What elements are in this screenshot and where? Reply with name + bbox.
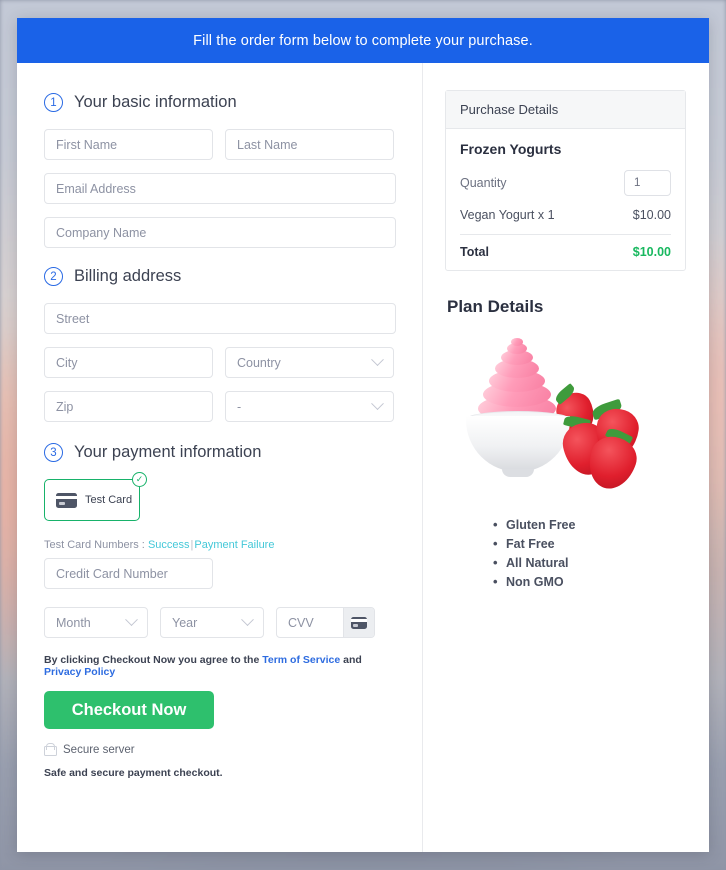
expiry-cvv-row: Month Year CVV	[44, 607, 396, 638]
cvv-input[interactable]: CVV	[277, 608, 343, 637]
test-card-numbers-row: Test Card Numbers : Success|Payment Fail…	[44, 539, 396, 551]
payment-failure-card-link[interactable]: Payment Failure	[194, 539, 274, 551]
zip-state-row: Zip -	[44, 391, 396, 422]
product-name: Frozen Yogurts	[460, 141, 562, 157]
cvv-field-group: CVV	[276, 607, 375, 638]
company-row: Company Name	[44, 217, 396, 248]
line-item-price: $10.00	[632, 208, 671, 222]
chevron-down-icon	[371, 397, 384, 411]
test-card-option-label: Test Card	[85, 494, 133, 506]
last-name-input[interactable]: Last Name	[225, 129, 394, 160]
yogurt-swirl-shape	[510, 338, 523, 346]
city-country-row: City Country	[44, 347, 396, 378]
purchase-details-panel: Purchase Details Frozen Yogurts Quantity…	[445, 90, 686, 271]
lock-icon	[44, 743, 57, 756]
line-item-row: Vegan Yogurt x 1 $10.00	[460, 208, 671, 222]
terms-agreement-text: By clicking Checkout Now you agree to th…	[44, 654, 396, 678]
zip-input[interactable]: Zip	[44, 391, 213, 422]
company-name-input[interactable]: Company Name	[44, 217, 396, 248]
country-select[interactable]: Country	[225, 347, 394, 378]
secure-server-row: Secure server	[44, 743, 396, 756]
banner: Fill the order form below to complete yo…	[17, 18, 709, 63]
list-item: Non GMO	[493, 574, 686, 589]
list-item: Gluten Free	[493, 517, 686, 532]
test-card-option[interactable]: Test Card	[44, 479, 140, 521]
expiry-year-select[interactable]: Year	[160, 607, 264, 638]
chevron-down-icon	[371, 353, 384, 367]
chevron-down-icon	[241, 613, 254, 627]
purchase-details-header: Purchase Details	[446, 91, 685, 129]
checkout-card: Fill the order form below to complete yo…	[17, 18, 709, 852]
chevron-down-icon	[125, 613, 138, 627]
list-item: All Natural	[493, 555, 686, 570]
first-name-input[interactable]: First Name	[44, 129, 213, 160]
country-select-value: Country	[237, 355, 281, 370]
credit-card-number-input[interactable]: Credit Card Number	[44, 558, 213, 589]
cvv-help-button[interactable]	[343, 608, 374, 637]
expiry-year-value: Year	[172, 615, 198, 630]
plan-details-title: Plan Details	[447, 297, 544, 316]
section-billing-address-header: 2 Billing address	[44, 267, 396, 286]
email-input[interactable]: Email Address	[44, 173, 396, 204]
quantity-row: Quantity 1	[460, 170, 671, 196]
expiry-month-value: Month	[56, 615, 91, 630]
terms-lead-text: By clicking Checkout Now you agree to th…	[44, 654, 260, 666]
street-row: Street	[44, 303, 396, 334]
city-input[interactable]: City	[44, 347, 213, 378]
safe-checkout-note: Safe and secure payment checkout.	[44, 767, 223, 779]
total-label: Total	[460, 245, 489, 259]
plan-features-list: Gluten Free Fat Free All Natural Non GMO	[493, 517, 686, 589]
name-row: First Name Last Name	[44, 129, 396, 160]
email-row: Email Address	[44, 173, 396, 204]
total-value: $10.00	[632, 245, 671, 259]
state-select[interactable]: -	[225, 391, 394, 422]
credit-card-icon	[351, 616, 367, 629]
street-input[interactable]: Street	[44, 303, 396, 334]
check-circle-icon: ✓	[132, 472, 147, 487]
bowl-shape	[465, 416, 570, 472]
terms-and-text: and	[343, 654, 362, 666]
secure-server-label: Secure server	[63, 743, 135, 756]
checkout-now-button[interactable]: Checkout Now	[44, 691, 214, 729]
summary-column: Purchase Details Frozen Yogurts Quantity…	[423, 63, 708, 852]
form-column: 1 Your basic information First Name Last…	[17, 63, 423, 852]
section-basic-information-header: 1 Your basic information	[44, 93, 396, 112]
credit-card-icon	[56, 492, 77, 508]
section-title-basic: Your basic information	[74, 93, 237, 111]
step-number-2: 2	[44, 267, 63, 286]
section-title-payment: Your payment information	[74, 443, 262, 461]
list-item: Fat Free	[493, 536, 686, 551]
success-card-link[interactable]: Success	[148, 539, 190, 551]
step-number-3: 3	[44, 443, 63, 462]
terms-of-service-link[interactable]: Term of Service	[262, 654, 340, 666]
quantity-label: Quantity	[460, 176, 507, 190]
test-card-option-wrapper: Test Card ✓	[44, 472, 147, 521]
card-body: 1 Your basic information First Name Last…	[17, 63, 709, 852]
banner-text: Fill the order form below to complete yo…	[193, 32, 533, 49]
purchase-details-body: Frozen Yogurts Quantity 1 Vegan Yogurt x…	[446, 129, 685, 270]
card-number-row: Credit Card Number	[44, 558, 396, 589]
bowl-foot-shape	[501, 469, 534, 477]
step-number-1: 1	[44, 93, 63, 112]
privacy-policy-link[interactable]: Privacy Policy	[44, 666, 115, 678]
line-item-label: Vegan Yogurt x 1	[460, 208, 555, 222]
test-card-numbers-label: Test Card Numbers :	[44, 539, 145, 551]
expiry-month-select[interactable]: Month	[44, 607, 148, 638]
section-payment-information-header: 3 Your payment information	[44, 443, 396, 462]
total-row: Total $10.00	[460, 234, 671, 259]
section-title-billing: Billing address	[74, 267, 182, 285]
quantity-input[interactable]: 1	[624, 170, 671, 196]
frozen-yogurt-image	[446, 331, 686, 496]
state-select-value: -	[237, 399, 242, 414]
